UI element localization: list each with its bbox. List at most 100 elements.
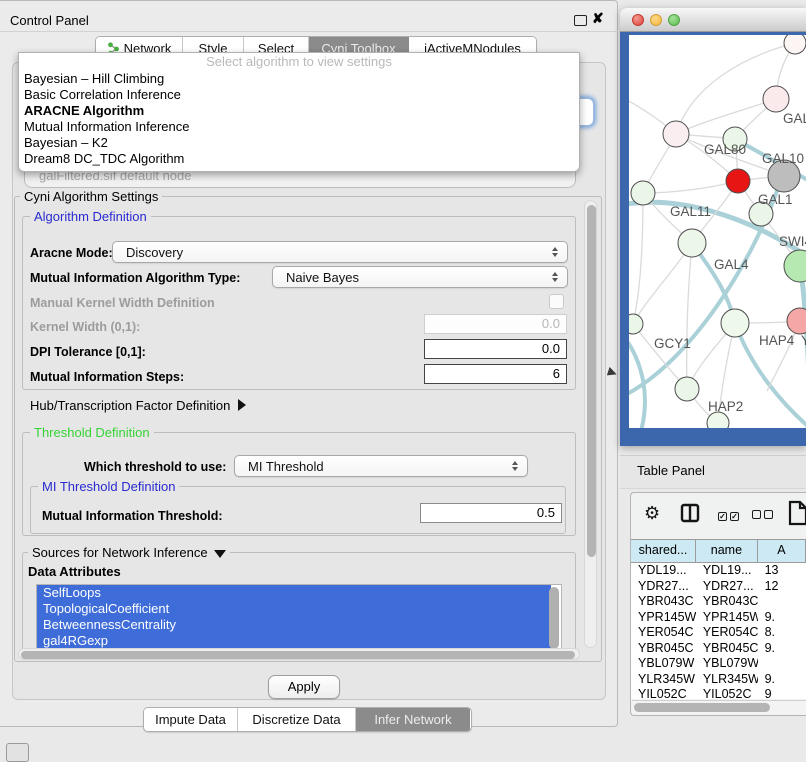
sources-toggle[interactable]: Sources for Network Inference (28, 546, 230, 560)
table-panel-title: Table Panel (637, 463, 705, 478)
aracne-mode-combobox[interactable]: Discovery (112, 241, 568, 263)
network-canvas[interactable]: GALGAL80GAL10GAL1GAL11SWI4GAL4GCY1HAP4YH… (629, 35, 806, 428)
network-node-y[interactable] (787, 308, 806, 334)
table-cell (758, 656, 806, 672)
threshold-definition-legend: Threshold Definition (30, 426, 154, 440)
table-cell: YPR145W (696, 610, 758, 626)
close-window-button[interactable] (632, 14, 644, 26)
apply-button[interactable]: Apply (268, 675, 340, 699)
table-cell (758, 594, 806, 610)
dropdown-item[interactable]: Basic Correlation Inference (19, 87, 579, 103)
float-panel-icon[interactable] (574, 15, 587, 26)
network-node-gal1[interactable] (726, 169, 750, 193)
dropdown-placeholder: Select algorithm to view settings (19, 53, 579, 71)
network-node-hap2[interactable] (675, 377, 699, 401)
mi-threshold-legend: MI Threshold Definition (38, 480, 179, 494)
network-node-swi4[interactable] (784, 250, 806, 282)
network-node-gal80[interactable] (663, 121, 689, 147)
hub-definition-toggle[interactable]: Hub/Transcription Factor Definition (30, 398, 246, 413)
mi-threshold-label: Mutual Information Threshold: (42, 509, 223, 523)
dropdown-item[interactable]: ARACNE Algorithm (19, 103, 579, 119)
network-edge (687, 243, 692, 389)
kernel-width-field[interactable]: 0.0 (424, 314, 567, 334)
dropdown-item[interactable]: Dream8 DC_TDC Algorithm (19, 151, 579, 167)
data-attributes-label: Data Attributes (28, 564, 121, 579)
columns-icon[interactable] (680, 503, 700, 523)
select-all-icon[interactable]: ✓✓ (718, 507, 739, 522)
table-row[interactable]: YBL079WYBL079W (631, 656, 806, 672)
node-label: Y (801, 333, 806, 348)
settings-vertical-scrollbar[interactable] (584, 200, 597, 648)
table-row[interactable]: YBR043CYBR043C (631, 594, 806, 610)
manual-kernel-width-checkbox[interactable] (549, 294, 564, 309)
node-label: GAL10 (762, 151, 804, 166)
attribute-list-item[interactable]: SelfLoops (37, 585, 551, 601)
table-row[interactable]: YIL052CYIL052C9 (631, 687, 806, 699)
scrollbar-thumb[interactable] (587, 205, 596, 557)
dropdown-item[interactable]: Mutual Information Inference (19, 119, 579, 135)
minimize-window-button[interactable] (650, 14, 662, 26)
tab-impute-data[interactable]: Impute Data (144, 708, 238, 731)
dropdown-item[interactable]: Bayesian – Hill Climbing (19, 71, 579, 87)
network-node-gal[interactable] (763, 86, 789, 112)
table-cell: 9. (758, 672, 806, 688)
mi-threshold-field[interactable]: 0.5 (420, 503, 562, 523)
column-header-1[interactable]: shared... (631, 540, 696, 562)
stepper-icon (547, 272, 563, 282)
table-horizontal-scrollbar[interactable] (632, 700, 806, 714)
node-label: GCY1 (654, 336, 691, 351)
table-cell: YDL19... (631, 563, 696, 579)
table-cell: 9. (758, 610, 806, 626)
network-node-gal4[interactable] (678, 229, 706, 257)
table-cell: YBR045C (631, 641, 696, 657)
attribute-list-item[interactable]: gal4RGexp (37, 633, 551, 649)
mi-algorithm-type-combobox[interactable]: Naive Bayes (272, 266, 568, 288)
node-table: shared...nameA YDL19...YDL19...13YDR27..… (631, 539, 806, 699)
deselect-all-icon[interactable] (752, 507, 773, 522)
column-header-2[interactable]: name (696, 540, 758, 562)
network-node[interactable] (784, 35, 806, 54)
table-row[interactable]: YBR045CYBR045C9. (631, 641, 806, 657)
attribute-list-item[interactable]: TopologicalCoefficient (37, 601, 551, 617)
scrollbar-thumb[interactable] (634, 703, 770, 712)
mi-algorithm-type-label: Mutual Information Algorithm Type: (30, 271, 240, 285)
data-attributes-list[interactable]: SelfLoopsTopologicalCoefficientBetweenne… (36, 584, 562, 652)
collapse-arrow-icon (214, 550, 226, 558)
column-header-3[interactable]: A (758, 540, 806, 562)
network-node-hap4[interactable] (721, 309, 749, 337)
table-row[interactable]: YER054CYER054C8. (631, 625, 806, 641)
settings-horizontal-scrollbar[interactable] (18, 648, 580, 660)
table-row[interactable]: YPR145WYPR145W9. (631, 610, 806, 626)
mi-steps-field[interactable]: 6 (424, 364, 567, 384)
node-label: GAL1 (758, 192, 793, 207)
which-threshold-combobox[interactable]: MI Threshold (234, 455, 528, 477)
network-node-gcy1[interactable] (629, 314, 643, 334)
table-cell: YBL079W (696, 656, 758, 672)
attribute-list-item[interactable]: BetweennessCentrality (37, 617, 551, 633)
dpi-tolerance-field[interactable]: 0.0 (424, 339, 567, 359)
tab-discretize-data[interactable]: Discretize Data (238, 708, 356, 731)
scrollbar-thumb[interactable] (21, 651, 575, 659)
combobox-value: MI Threshold (235, 459, 507, 474)
network-node[interactable] (707, 412, 729, 428)
network-window-titlebar[interactable] (620, 8, 806, 32)
document-icon[interactable] (788, 500, 806, 526)
aracne-mode-label: Aracne Mode: (30, 246, 113, 260)
table-cell: YBR043C (696, 594, 758, 610)
dropdown-item-list: Bayesian – Hill ClimbingBasic Correlatio… (19, 71, 579, 167)
table-row[interactable]: YDL19...YDL19...13 (631, 563, 806, 579)
close-panel-icon[interactable]: ✘ (592, 10, 604, 27)
table-cell: 9 (758, 687, 806, 699)
dropdown-item[interactable]: Bayesian – K2 (19, 135, 579, 151)
gear-icon[interactable]: ⚙ (644, 503, 660, 524)
network-node-gal11[interactable] (631, 181, 655, 205)
table-cell: YDL19... (696, 563, 758, 579)
zoom-window-button[interactable] (668, 14, 680, 26)
table-row[interactable]: YLR345WYLR345W9. (631, 672, 806, 688)
list-scrollbar-thumb[interactable] (549, 587, 559, 649)
manual-kernel-width-label: Manual Kernel Width Definition (30, 296, 215, 310)
restore-panel-button[interactable] (6, 743, 29, 762)
tab-infer-network[interactable]: Infer Network (356, 708, 470, 731)
table-row[interactable]: YDR27...YDR27...12 (631, 579, 806, 595)
dpi-tolerance-label: DPI Tolerance [0,1]: (30, 345, 146, 359)
